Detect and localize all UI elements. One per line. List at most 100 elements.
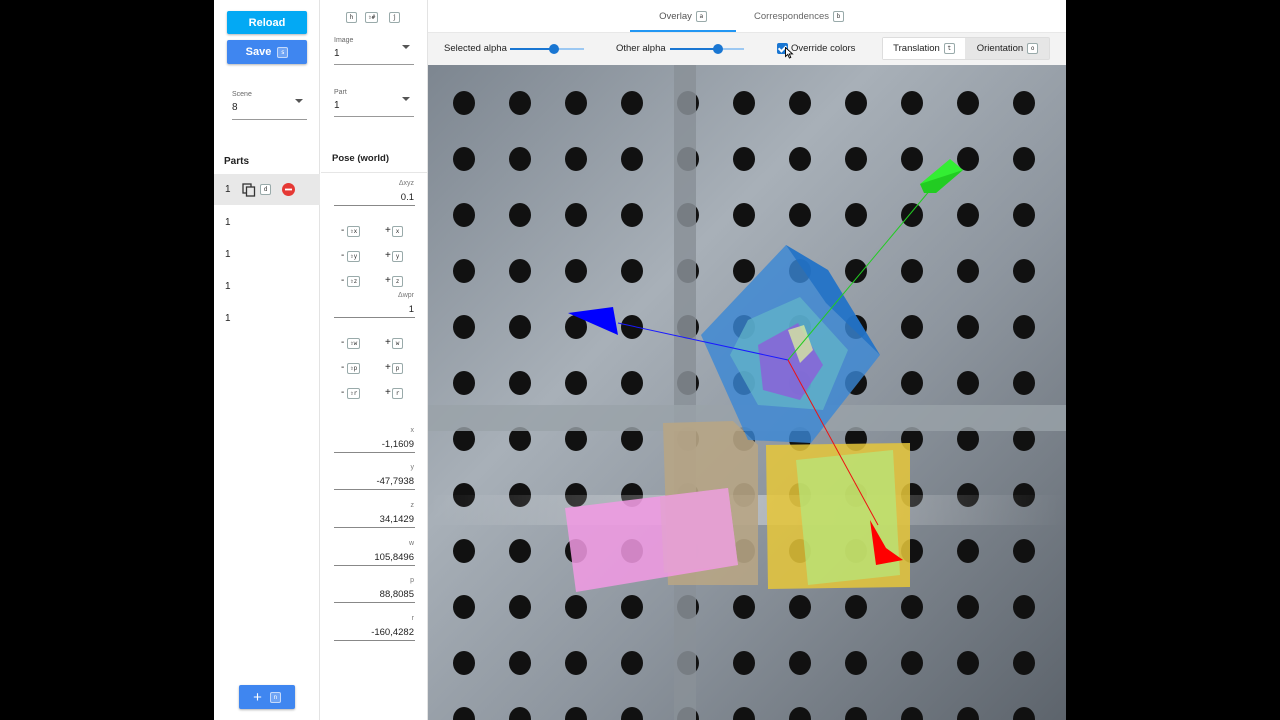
rr-plus-shortcut: r	[392, 388, 403, 399]
pose-y-field[interactable]: y -47,7938	[334, 464, 415, 490]
pose-x-label: x	[410, 427, 415, 434]
view-tabs: Overlay a Correspondences b	[428, 0, 1066, 33]
rr-minus-shortcut: ⇧r	[347, 388, 361, 399]
delta-wpr-field[interactable]: Δwpr 1	[334, 292, 415, 318]
image-select-value: 1	[334, 48, 340, 59]
scene-select[interactable]: Scene 8	[232, 91, 307, 120]
other-alpha-thumb[interactable]	[713, 44, 724, 54]
reload-button[interactable]: Reload	[227, 11, 307, 34]
pose-r-value: -160,4282	[371, 627, 414, 638]
selected-alpha-label: Selected alpha	[444, 43, 507, 54]
part-list-item[interactable]: 1	[214, 239, 320, 269]
pose-w-value: 105,8496	[374, 552, 414, 563]
pose-p-value: 88,8085	[379, 589, 414, 600]
tab-correspondences-label: Correspondences	[754, 10, 829, 22]
delta-xyz-label: Δxyz	[398, 180, 414, 187]
selected-alpha-slider[interactable]	[510, 44, 584, 54]
pose-p-label: p	[410, 577, 414, 584]
rr-minus-button[interactable]: -	[341, 387, 344, 398]
part-list-item[interactable]: 1	[214, 207, 320, 237]
part-list-item[interactable]: 1	[214, 271, 320, 301]
rp-minus-button[interactable]: -	[341, 362, 344, 373]
reload-label: Reload	[248, 16, 286, 29]
pose-x-value: -1,1609	[381, 439, 414, 450]
scene-select-label: Scene	[232, 91, 252, 98]
scene-render	[428, 65, 1066, 720]
part-list-item[interactable]: 1 d	[214, 174, 320, 205]
rr-plus-button[interactable]: +	[385, 387, 391, 398]
rail-vertical	[674, 65, 696, 720]
rw-stepper: - ⇧w + w	[341, 337, 405, 351]
rw-minus-shortcut: ⇧w	[347, 338, 361, 349]
ty-plus-button[interactable]: +	[385, 250, 391, 261]
tab-correspondences-shortcut: b	[833, 10, 844, 22]
orientation-shortcut: o	[1027, 43, 1039, 54]
translation-shortcut: t	[943, 43, 955, 54]
image-select-label: Image	[334, 37, 354, 44]
duplicate-shortcut: d	[260, 184, 271, 195]
scene-select-value: 8	[232, 102, 238, 113]
save-shortcut: s	[277, 46, 289, 58]
pose-x-field[interactable]: x -1,1609	[334, 427, 415, 453]
next-image-shortcut[interactable]: j	[389, 12, 400, 23]
pose-z-value: 34,1429	[379, 514, 414, 525]
save-button[interactable]: Save s	[227, 40, 307, 64]
prev-image-shortcut[interactable]: h	[346, 12, 357, 23]
pose-y-label: y	[410, 464, 415, 471]
chevron-down-icon	[402, 97, 410, 101]
scene-viewport[interactable]	[428, 65, 1066, 720]
translation-toggle[interactable]: Translation t	[883, 38, 965, 59]
pose-r-field[interactable]: r -160,4282	[334, 615, 415, 641]
pose-z-field[interactable]: z 34,1429	[334, 502, 415, 528]
tx-minus-button[interactable]: -	[341, 225, 344, 236]
tab-overlay[interactable]: Overlay a	[630, 0, 736, 32]
overlay-panel: Overlay a Correspondences b Selected alp…	[428, 0, 1066, 720]
chevron-down-icon	[295, 99, 303, 103]
pose-z-label: z	[410, 502, 415, 509]
image-shortcut[interactable]: ⇧#	[365, 12, 379, 23]
other-alpha-slider[interactable]	[670, 44, 744, 54]
add-part-shortcut: n	[269, 691, 281, 703]
rw-minus-button[interactable]: -	[341, 337, 344, 348]
selected-alpha-thumb[interactable]	[549, 44, 560, 54]
delta-xyz-field[interactable]: Δxyz 0.1	[334, 180, 415, 206]
add-part-label: +	[253, 688, 262, 706]
image-select[interactable]: Image 1	[334, 37, 414, 65]
add-part-button[interactable]: + n	[239, 685, 295, 709]
part-number: 1	[225, 217, 231, 228]
pink-side-overlay	[660, 488, 738, 573]
tab-overlay-label: Overlay	[659, 10, 692, 22]
other-alpha-label: Other alpha	[616, 43, 666, 54]
duplicate-icon[interactable]	[242, 183, 256, 197]
tx-plus-button[interactable]: +	[385, 225, 391, 236]
other-alpha-fill	[670, 48, 719, 50]
rw-plus-button[interactable]: +	[385, 337, 391, 348]
translation-label: Translation	[893, 43, 940, 54]
tz-minus-button[interactable]: -	[341, 275, 344, 286]
rp-plus-button[interactable]: +	[385, 362, 391, 373]
selected-alpha-fill	[510, 48, 555, 50]
part-list-item[interactable]: 1	[214, 303, 320, 333]
delta-wpr-label: Δwpr	[398, 292, 414, 299]
remove-icon[interactable]	[282, 183, 295, 196]
pose-w-field[interactable]: w 105,8496	[334, 540, 415, 566]
cursor-icon	[785, 46, 794, 64]
pose-title: Pose (world)	[332, 153, 390, 164]
ty-plus-shortcut: y	[392, 251, 403, 262]
rw-plus-shortcut: w	[392, 338, 403, 349]
rp-minus-shortcut: ⇧p	[347, 363, 361, 374]
part-number: 1	[225, 281, 231, 292]
orientation-toggle[interactable]: Orientation o	[966, 38, 1049, 59]
tab-correspondences[interactable]: Correspondences b	[744, 0, 854, 32]
save-label: Save	[245, 46, 272, 58]
overlay-toolbar: Selected alpha Other alpha Override colo…	[428, 33, 1066, 65]
part-select[interactable]: Part 1	[334, 89, 414, 117]
delta-xyz-value: 0.1	[400, 192, 414, 203]
chevron-down-icon	[402, 45, 410, 49]
part-number: 1	[225, 184, 231, 195]
rr-stepper: - ⇧r + r	[341, 387, 405, 401]
ty-minus-button[interactable]: -	[341, 250, 344, 261]
override-colors-label: Override colors	[791, 43, 856, 54]
pose-p-field[interactable]: p 88,8085	[334, 577, 415, 603]
tz-plus-button[interactable]: +	[385, 275, 391, 286]
